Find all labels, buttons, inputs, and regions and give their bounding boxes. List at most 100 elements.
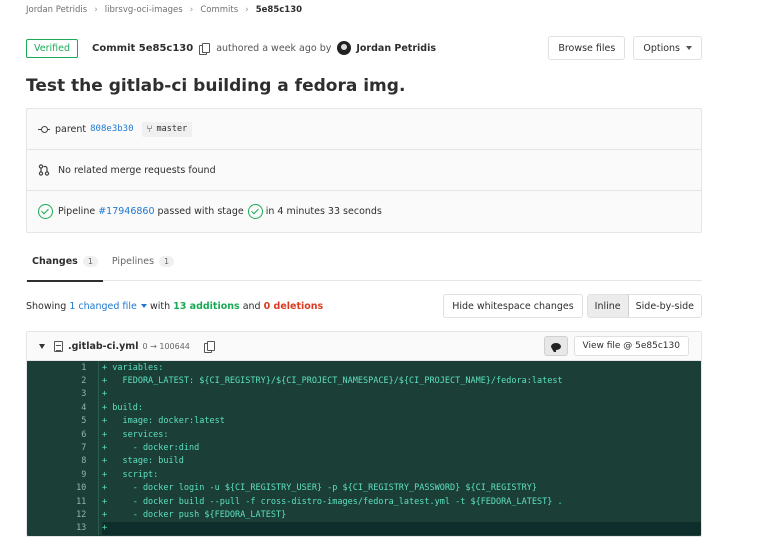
- parent-row: parent 808e3b30 ⑂ master: [27, 109, 701, 150]
- pipeline-status-text: passed with stage: [157, 206, 244, 217]
- breadcrumb-user[interactable]: Jordan Petridis: [26, 5, 87, 15]
- gutter-divider: [91, 454, 100, 469]
- diff-line-content: + - docker build --pull -f cross-distro-…: [102, 496, 563, 507]
- stage-success-icon[interactable]: [247, 204, 263, 219]
- commit-icon: [38, 125, 50, 133]
- chevron-down-icon[interactable]: [140, 303, 147, 308]
- diff-line: 11 + - docker build --pull -f cross-distr…: [27, 494, 701, 509]
- diff-line-content: + services:: [102, 429, 169, 440]
- line-gutter: 9: [27, 468, 102, 482]
- gutter-divider: [91, 521, 100, 536]
- diff-line: 10 + - docker login -u ${CI_REGISTRY_USER…: [27, 481, 701, 495]
- branch-icon: ⑂: [146, 123, 153, 135]
- diff-line-content: + image: docker:latest: [102, 416, 225, 427]
- diff-line: 1 + variables:: [27, 361, 701, 375]
- pipeline-row: Pipeline #17946860 passed with stage in …: [27, 191, 701, 232]
- line-gutter: 8: [27, 454, 102, 469]
- diff-line: 3 +: [27, 387, 701, 402]
- diff-view-controls: Hide whitespace changes Inline Side-by-s…: [443, 294, 702, 318]
- new-line-number[interactable]: 5: [60, 416, 91, 426]
- diff-line-content: + build:: [102, 402, 143, 413]
- new-line-number[interactable]: 10: [60, 483, 91, 493]
- pipeline-link[interactable]: #17946860: [98, 206, 154, 217]
- chevron-right-icon: ›: [245, 5, 249, 15]
- commit-info-box: parent 808e3b30 ⑂ master No related merg…: [26, 108, 702, 233]
- line-gutter: 5: [27, 414, 102, 428]
- file-header: .gitlab-ci.yml 0 → 100644 View file @ 5e…: [27, 332, 701, 361]
- diff-view-toggle: Inline Side-by-side: [586, 294, 702, 318]
- file-name[interactable]: .gitlab-ci.yml: [68, 341, 138, 352]
- changes-bar: Showing 1 changed file with 13 additions…: [26, 294, 702, 318]
- parent-sha-link[interactable]: 808e3b30: [90, 124, 133, 134]
- branch-chip[interactable]: ⑂ master: [141, 121, 193, 137]
- gutter-divider: [91, 441, 100, 455]
- line-gutter: 4: [27, 401, 102, 415]
- breadcrumb-project[interactable]: librsvg-oci-images: [105, 5, 183, 15]
- line-gutter: 11: [27, 494, 102, 509]
- new-line-number[interactable]: 4: [60, 403, 91, 413]
- gutter-divider: [91, 387, 100, 402]
- merge-requests-text: No related merge requests found: [58, 164, 216, 176]
- view-file-button[interactable]: View file @ 5e85c130: [573, 336, 689, 356]
- new-line-number[interactable]: 8: [60, 456, 91, 466]
- new-line-number[interactable]: 7: [60, 443, 91, 453]
- diff-line: 12 + - docker push ${FEDORA_LATEST}: [27, 508, 701, 522]
- status-success-icon[interactable]: [38, 204, 53, 219]
- with-text: with: [149, 300, 171, 312]
- avatar[interactable]: [337, 41, 352, 55]
- chevron-down-icon: [686, 46, 692, 50]
- count-badge: 1: [82, 256, 98, 267]
- inline-view-button[interactable]: Inline: [587, 295, 629, 317]
- changed-files-dropdown[interactable]: 1 changed file: [69, 301, 137, 312]
- new-line-number[interactable]: 13: [60, 523, 91, 533]
- page-title: Test the gitlab-ci building a fedora img…: [26, 76, 406, 96]
- diff-line-content: + - docker push ${FEDORA_LATEST}: [102, 509, 287, 520]
- side-by-side-view-button[interactable]: Side-by-side: [628, 295, 701, 317]
- diff-code: 1 + variables: 2 + FEDORA_LATEST: ${CI_REGI…: [27, 361, 701, 536]
- and-text: and: [242, 300, 261, 312]
- diff-line: 5 + image: docker:latest: [27, 414, 701, 428]
- diff-line-content: + - docker:dind: [102, 443, 200, 454]
- line-gutter: 3: [27, 387, 102, 402]
- pipeline-duration: in 4 minutes 33 seconds: [265, 206, 382, 217]
- diff-line: 4 + build:: [27, 401, 701, 415]
- hide-whitespace-button[interactable]: Hide whitespace changes: [443, 294, 583, 318]
- verified-badge[interactable]: Verified: [26, 38, 79, 58]
- diff-line: 13 +: [27, 521, 701, 536]
- collapse-caret-icon[interactable]: [39, 343, 45, 349]
- breadcrumb: Jordan Petridis › librsvg-oci-images › C…: [26, 5, 302, 15]
- copy-icon[interactable]: [203, 340, 215, 353]
- line-gutter: 12: [27, 508, 102, 522]
- gutter-divider: [91, 361, 100, 375]
- count-badge: 1: [159, 256, 175, 267]
- line-gutter: 2: [27, 374, 102, 388]
- authored-text: authored a week ago by: [216, 42, 332, 54]
- new-line-number[interactable]: 3: [60, 389, 91, 399]
- toggle-comments-button[interactable]: [543, 336, 568, 356]
- new-line-number[interactable]: 9: [60, 470, 91, 480]
- gutter-divider: [91, 481, 100, 495]
- copy-icon[interactable]: [199, 42, 211, 55]
- file-icon: [54, 340, 63, 352]
- diff-line: 9 + script:: [27, 468, 701, 482]
- new-line-number[interactable]: 11: [60, 497, 91, 507]
- new-line-number[interactable]: 2: [60, 376, 91, 386]
- new-line-number[interactable]: 6: [60, 430, 91, 440]
- tab-pipelines[interactable]: Pipelines 1: [112, 243, 175, 281]
- diff-line: 7 + - docker:dind: [27, 441, 701, 455]
- author-name[interactable]: Jordan Petridis: [356, 43, 436, 54]
- gutter-divider: [91, 468, 100, 482]
- hide-whitespace-label: Hide whitespace changes: [452, 300, 574, 312]
- breadcrumb-commits[interactable]: Commits: [200, 5, 238, 15]
- options-dropdown-button[interactable]: Options: [633, 36, 702, 60]
- tab-changes[interactable]: Changes 1: [27, 243, 103, 282]
- line-gutter: 1: [27, 361, 102, 375]
- browse-files-button[interactable]: Browse files: [548, 36, 626, 60]
- inline-label: Inline: [594, 300, 621, 312]
- diff-line-content: + FEDORA_LATEST: ${CI_REGISTRY}/${CI_PRO…: [102, 376, 563, 387]
- pipeline-label: Pipeline: [58, 206, 96, 217]
- line-gutter: 7: [27, 441, 102, 455]
- breadcrumb-current-commit[interactable]: 5e85c130: [256, 5, 302, 15]
- new-line-number[interactable]: 1: [60, 363, 91, 373]
- new-line-number[interactable]: 12: [60, 510, 91, 520]
